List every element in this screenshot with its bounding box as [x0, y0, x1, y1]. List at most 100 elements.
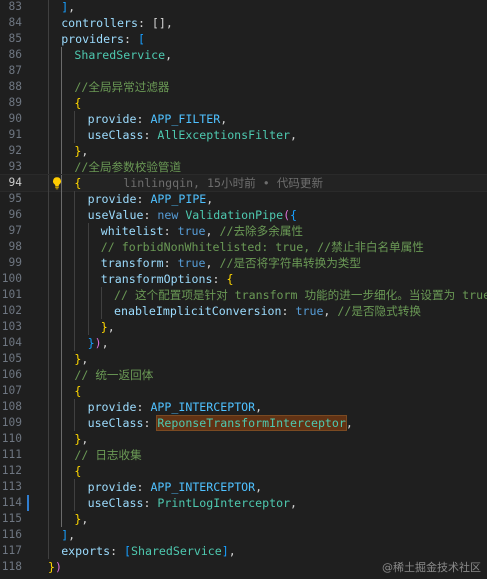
code-line[interactable]: 84 controllers: [], — [0, 15, 487, 31]
indent-guide — [61, 383, 63, 399]
code-line[interactable]: 109 useClass: ReponseTransformInterceptor… — [0, 415, 487, 431]
line-number: 116 — [1, 528, 22, 541]
code-text: SharedService, — [74, 47, 172, 63]
code-line[interactable]: 87 — [0, 63, 487, 79]
code-token: : — [212, 272, 227, 286]
code-token: , — [228, 544, 236, 558]
indent-guide — [61, 79, 63, 95]
code-token: // 这个配置项是针对 transform 功能的进一步细化。当设置为 true — [114, 288, 487, 302]
code-line[interactable]: 92}, — [0, 143, 487, 159]
indent-guide — [74, 287, 76, 303]
code-token: { — [74, 464, 82, 478]
indent-guide — [61, 447, 63, 463]
line-number: 107 — [1, 384, 22, 397]
code-token: , — [81, 512, 89, 526]
indent-guide — [61, 63, 63, 79]
code-line[interactable]: 86 SharedService, — [0, 47, 487, 63]
indent-guide — [87, 319, 89, 335]
indent-guide — [48, 239, 49, 255]
code-line[interactable]: 105}, — [0, 351, 487, 367]
code-token: , — [290, 128, 298, 142]
code-line[interactable]: 116], — [0, 527, 487, 543]
indent-guide — [74, 255, 76, 271]
code-line[interactable]: 85 providers: [ — [0, 31, 487, 47]
code-token: , — [220, 112, 228, 126]
code-line[interactable]: 101 // 这个配置项是针对 transform 功能的进一步细化。当设置为 t… — [0, 287, 487, 303]
code-token: , — [107, 320, 115, 334]
code-line[interactable]: 88 //全局异常过滤器 — [0, 79, 487, 95]
code-editor[interactable]: 83], 84 controllers: [], 85 providers: [86 Sh… — [0, 0, 487, 579]
line-number: 108 — [1, 400, 22, 413]
code-token: : — [136, 400, 151, 414]
line-number: 118 — [1, 560, 22, 573]
watermark: @稀土掘金技术社区 — [382, 561, 481, 574]
code-text: whitelist: true, //去除多余属性 — [101, 223, 303, 239]
modified-line-marker[interactable] — [27, 495, 29, 511]
code-token: { — [74, 96, 82, 110]
indent-guide — [48, 319, 49, 335]
code-text: //全局参数校验管道 — [74, 159, 181, 175]
indent-guide — [61, 463, 63, 479]
code-line[interactable]: 111 // 日志收集 — [0, 447, 487, 463]
code-line[interactable]: 115}, — [0, 511, 487, 527]
code-token: : — [163, 224, 178, 238]
code-token: : — [143, 208, 158, 222]
line-number: 89 — [8, 96, 22, 109]
code-line[interactable]: 113 provide: APP_INTERCEPTOR, — [0, 479, 487, 495]
code-text: useClass: ReponseTransformInterceptor, — [88, 415, 353, 431]
indent-guide — [61, 415, 63, 431]
lightbulb-icon[interactable] — [50, 176, 64, 190]
code-line[interactable]: 91 useClass: AllExceptionsFilter, — [0, 127, 487, 143]
code-line[interactable]: 100 transformOptions: { — [0, 271, 487, 287]
code-line[interactable]: 114 useClass: PrintLogInterceptor, — [0, 495, 487, 511]
code-token: { — [74, 384, 82, 398]
code-text: providers: [ — [61, 31, 145, 47]
code-line[interactable]: 103}, — [0, 319, 487, 335]
code-text: provide: APP_PIPE, — [88, 191, 214, 207]
code-line[interactable]: 107 { — [0, 383, 487, 399]
indent-guide — [48, 431, 49, 447]
code-line[interactable]: 112 { — [0, 463, 487, 479]
code-token: [ — [124, 544, 132, 558]
code-token: , — [165, 48, 173, 62]
code-line[interactable]: 89 { — [0, 95, 487, 111]
indent-guide — [48, 79, 49, 95]
code-line[interactable]: 108 provide: APP_INTERCEPTOR, — [0, 399, 487, 415]
code-line[interactable]: 95 provide: APP_PIPE, — [0, 191, 487, 207]
code-line[interactable]: 98 // forbidNonWhitelisted: true, //禁止非白名… — [0, 239, 487, 255]
code-token: enableImplicitConversion — [114, 304, 282, 318]
indent-guide — [48, 271, 49, 287]
code-token: providers — [61, 32, 125, 46]
code-token: useValue — [87, 208, 144, 222]
code-line[interactable]: 102 enableImplicitConversion: true, //是否隐… — [0, 303, 487, 319]
code-line[interactable]: 90 provide: APP_FILTER, — [0, 111, 487, 127]
code-line[interactable]: 97 whitelist: true, //去除多余属性 — [0, 223, 487, 239]
code-token: //去除多余属性 — [219, 224, 304, 238]
indent-guide — [61, 511, 63, 527]
indent-guide — [61, 287, 63, 303]
indent-guide — [61, 479, 63, 495]
indent-guide — [61, 207, 63, 223]
code-line[interactable]: 83], — [0, 0, 487, 15]
code-token: AllExceptionsFilter — [157, 128, 291, 142]
code-line[interactable]: 93 //全局参数校验管道 — [0, 159, 487, 175]
code-line[interactable]: 99 transform: true, //是否将字符串转换为类型 — [0, 255, 487, 271]
indent-guide — [48, 175, 49, 191]
code-line[interactable]: 117 exports: [SharedService], — [0, 543, 487, 559]
code-line[interactable]: 104}), — [0, 335, 487, 351]
code-line[interactable]: 96 useValue: new ValidationPipe({ — [0, 207, 487, 223]
indent-guide — [74, 271, 76, 287]
code-token: //全局参数校验管道 — [74, 160, 182, 174]
indent-guide — [87, 287, 89, 303]
code-token: APP_INTERCEPTOR — [150, 480, 256, 494]
code-text: { — [74, 383, 81, 399]
code-line[interactable]: 94 { linlingqin, 15小时前 • 代码更新 — [0, 174, 487, 192]
code-line[interactable]: 106 // 统一返回体 — [0, 367, 487, 383]
code-line[interactable]: 110}, — [0, 431, 487, 447]
indent-guide — [48, 95, 49, 111]
code-text: }), — [88, 335, 109, 351]
indent-guide — [48, 47, 49, 63]
line-number: 109 — [1, 416, 22, 429]
indent-guide — [48, 543, 49, 559]
code-token: : — [136, 480, 151, 494]
